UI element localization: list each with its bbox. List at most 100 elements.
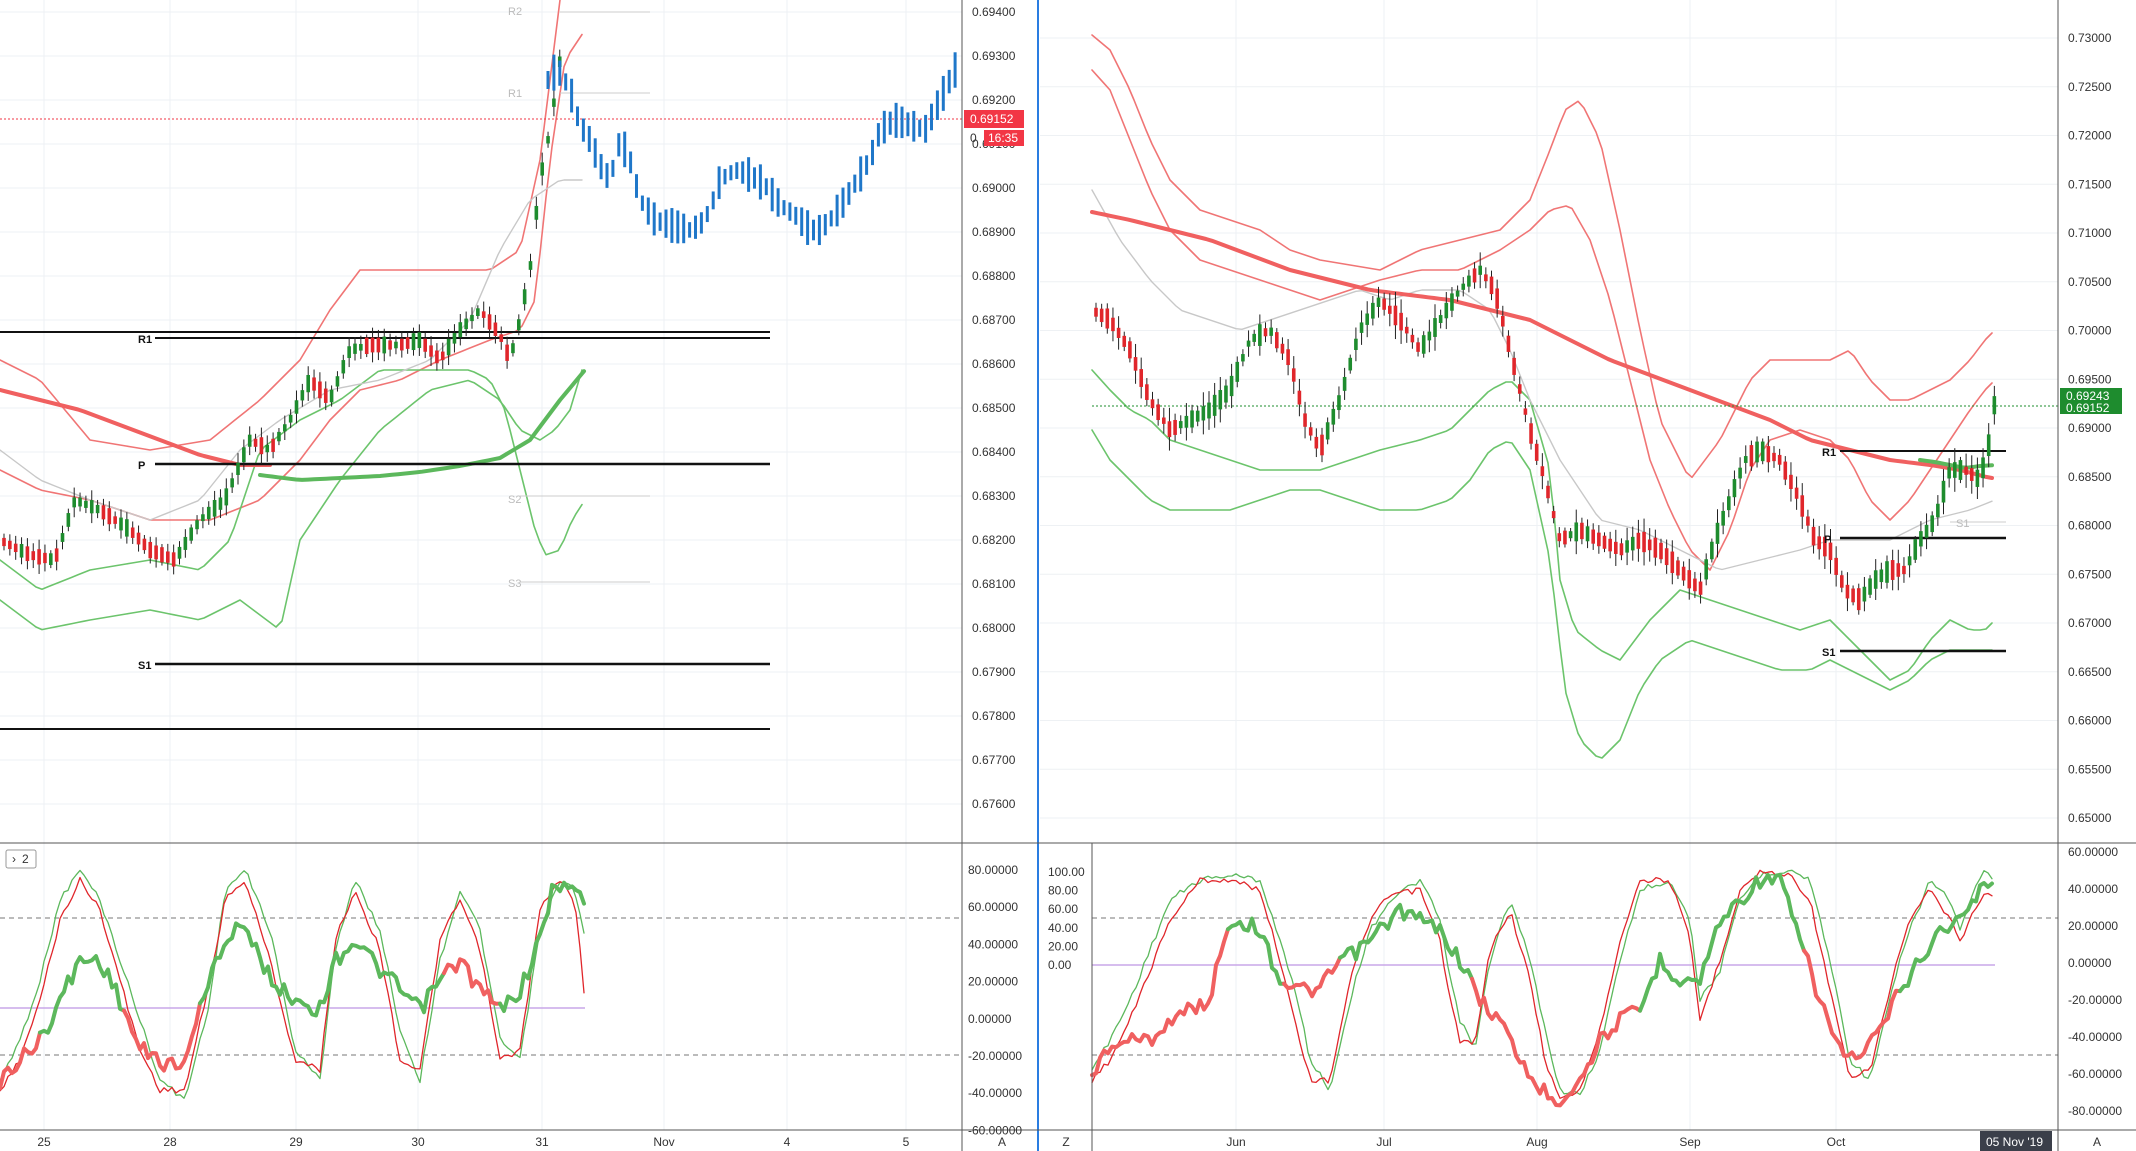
right-candle-body xyxy=(1574,522,1579,542)
right-candle-body xyxy=(1693,578,1697,592)
right-scale-auto-button[interactable]: A xyxy=(2093,1135,2101,1149)
right-candle-body xyxy=(1246,340,1251,347)
right-candle-body xyxy=(1212,394,1217,416)
left-candle-body xyxy=(435,350,439,364)
right-price-badge-sub: 0.69152 xyxy=(2066,401,2110,415)
left-candle-body xyxy=(60,533,65,542)
right-candle-body xyxy=(1597,532,1601,547)
left-candle-body xyxy=(394,341,398,349)
left-candle-body xyxy=(89,500,94,514)
right-candle-body xyxy=(1964,466,1968,475)
right-candle-body xyxy=(1585,526,1590,542)
left-candle-body xyxy=(335,376,340,387)
right-candle-body xyxy=(1178,421,1183,429)
right-candle-body xyxy=(1450,293,1454,311)
right-candle-body xyxy=(1591,529,1595,544)
left-candle-body xyxy=(54,548,59,562)
left-price-tick: 0.69000 xyxy=(972,181,1016,195)
right-osc-tick-right: 60.00000 xyxy=(2068,845,2118,859)
right-candle-body xyxy=(1777,454,1782,465)
right-candle-body xyxy=(1879,569,1884,583)
right-candle-body xyxy=(1890,560,1895,580)
right-candle-body xyxy=(1529,423,1533,444)
right-price-tick: 0.71500 xyxy=(2068,177,2112,191)
right-candle-body xyxy=(1308,427,1313,436)
left-price-tick: 0.68100 xyxy=(972,577,1016,591)
left-candle-body xyxy=(224,488,229,506)
right-price-tick: 0.66500 xyxy=(2068,665,2112,679)
left-time-badge-prefix: 0 xyxy=(970,131,977,145)
left-candle-body xyxy=(294,400,299,414)
left-candle-body xyxy=(271,438,275,452)
right-candle-body xyxy=(1557,533,1562,542)
right-candle-body xyxy=(1851,588,1855,603)
right-candle-body xyxy=(1743,456,1748,463)
left-r1-faint-label: R1 xyxy=(508,88,522,100)
right-candle-body xyxy=(1608,538,1612,552)
left-candle-body xyxy=(300,390,305,401)
right-candle-body xyxy=(1930,515,1934,533)
left-candle-body xyxy=(382,336,387,354)
right-candle-body xyxy=(1331,408,1336,425)
left-candle-body xyxy=(283,424,287,432)
right-candle-body xyxy=(1772,452,1776,462)
left-candle-body xyxy=(242,447,246,463)
right-candle-body xyxy=(1986,434,1991,457)
left-candle-body xyxy=(253,438,258,447)
right-price-tick: 0.69000 xyxy=(2068,421,2112,435)
left-osc-tick: 0.00000 xyxy=(968,1012,1012,1026)
right-price-tick: 0.72000 xyxy=(2068,129,2112,143)
right-price-tick: 0.67500 xyxy=(2068,567,2112,581)
left-price-tick: 0.67800 xyxy=(972,709,1016,723)
left-candle-body xyxy=(206,506,211,520)
right-scale-zoom-button[interactable]: Z xyxy=(1062,1135,1069,1149)
left-candle-body xyxy=(160,547,164,563)
right-candle-body xyxy=(1506,335,1511,352)
chart-canvas[interactable]: 0.694000.693000.692000.691000.690000.689… xyxy=(0,0,2136,1151)
left-time-tick: 30 xyxy=(411,1135,425,1149)
left-r1-label: R1 xyxy=(138,334,152,346)
left-candle-body xyxy=(376,337,381,353)
left-candle-body xyxy=(552,98,556,107)
pane-label-box[interactable] xyxy=(5,849,37,869)
left-candle-body xyxy=(43,552,47,564)
right-candle-body xyxy=(1099,308,1104,323)
right-candle-body xyxy=(1614,541,1618,554)
right-candle-body xyxy=(1760,441,1765,462)
right-candle-body xyxy=(1116,327,1121,338)
left-price-tick: 0.68200 xyxy=(972,533,1016,547)
right-candle-body xyxy=(1794,487,1799,499)
right-candle-body xyxy=(1314,436,1319,449)
left-candle-body xyxy=(487,314,492,330)
right-osc-tick: 80.00 xyxy=(1048,884,1078,898)
right-candle-body xyxy=(1235,361,1240,382)
chart-workspace[interactable]: 0.694000.693000.692000.691000.690000.689… xyxy=(0,0,2136,1151)
right-time-tick: Oct xyxy=(1827,1135,1846,1149)
right-candle-body xyxy=(1105,308,1110,329)
right-osc-tick: 60.00 xyxy=(1048,902,1078,916)
left-scale-auto-button[interactable]: A xyxy=(998,1135,1006,1149)
left-candle-body xyxy=(470,314,474,322)
right-candle-body xyxy=(1840,575,1844,588)
right-candle-body xyxy=(1162,417,1166,424)
left-candle-body xyxy=(534,205,539,220)
right-candle-body xyxy=(1365,313,1369,325)
right-candle-body xyxy=(1122,335,1127,347)
left-candle-body xyxy=(8,540,12,550)
left-candle-body xyxy=(522,289,527,305)
right-candle-body xyxy=(1167,421,1172,438)
right-candle-body xyxy=(1738,467,1742,479)
right-candle-body xyxy=(1653,537,1658,558)
left-price-tick: 0.68600 xyxy=(972,357,1016,371)
left-candle-body xyxy=(166,551,170,563)
right-price-tick: 0.65500 xyxy=(2068,762,2112,776)
left-price-tick: 0.68400 xyxy=(972,445,1016,459)
right-candle-body xyxy=(1224,385,1228,403)
right-candle-body xyxy=(1647,539,1652,551)
right-candle-body xyxy=(1806,516,1810,526)
left-candle-body xyxy=(347,346,351,359)
right-candle-body xyxy=(1207,402,1211,419)
left-price-badge: 0.69152 xyxy=(970,112,1014,126)
left-candle-body xyxy=(400,338,404,351)
right-candle-body xyxy=(1551,511,1556,519)
